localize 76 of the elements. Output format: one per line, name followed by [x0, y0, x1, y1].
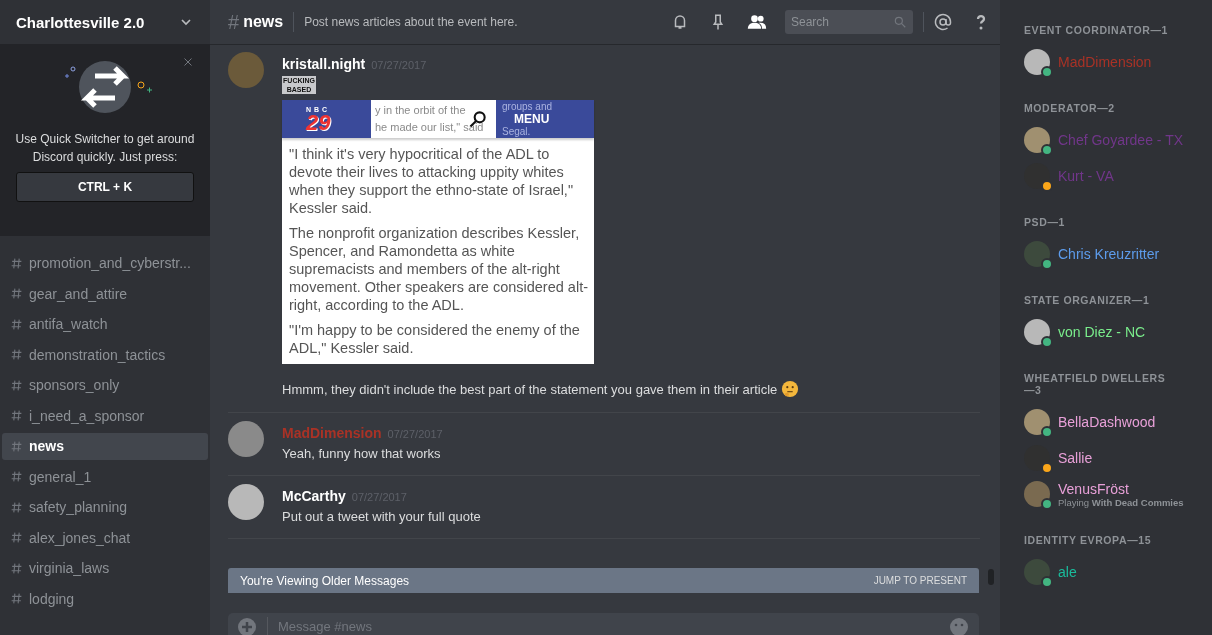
scrollbar-thumb[interactable]: [988, 569, 994, 585]
hash-icon: [10, 348, 23, 362]
article-text-fragment: Segal.: [502, 125, 531, 138]
member-avatar[interactable]: [1024, 559, 1050, 585]
role-heading: EVENT COORDINATOR—1: [1024, 24, 1170, 36]
hash-icon: [10, 470, 23, 484]
role-heading: WHEATFIELD DWELLERS—3: [1024, 372, 1167, 396]
member-avatar[interactable]: [1024, 481, 1050, 507]
search-icon: [893, 15, 907, 29]
hash-icon: [10, 287, 23, 301]
hash-icon: [10, 409, 23, 423]
message-text: Yeah, funny how that works: [282, 446, 441, 461]
jump-to-present-button[interactable]: JUMP TO PRESENT: [873, 575, 967, 586]
hash-icon: [10, 500, 23, 514]
channel-item[interactable]: virginia_laws: [2, 555, 208, 582]
hash-icon: [10, 378, 23, 392]
hash-icon: [10, 256, 23, 270]
channel-item[interactable]: general_1: [2, 463, 208, 490]
member-name[interactable]: Sallie: [1058, 450, 1093, 466]
hash-icon: [10, 531, 23, 545]
channel-item[interactable]: safety_planning: [2, 494, 208, 521]
message-author[interactable]: McCarthy: [282, 488, 346, 504]
member-name[interactable]: BellaDashwood: [1058, 414, 1156, 430]
hash-icon: [10, 592, 23, 606]
members-icon[interactable]: [747, 13, 767, 31]
channel-item[interactable]: sponsors_only: [2, 372, 208, 399]
role-heading: MODERATOR—2: [1024, 102, 1116, 114]
shortcut-key: CTRL + K: [16, 172, 194, 202]
member-avatar[interactable]: [1024, 49, 1050, 75]
menu-button[interactable]: MENU: [514, 112, 550, 126]
channel-item[interactable]: promotion_and_cyberstr...: [2, 250, 208, 277]
hash-icon: [10, 317, 23, 331]
member-activity: Playing With Dead Commies: [1058, 496, 1184, 508]
server-name[interactable]: Charlottesville 2.0: [16, 13, 145, 31]
role-heading: PSD—1: [1024, 216, 1066, 228]
member-avatar[interactable]: [1024, 409, 1050, 435]
mention-icon[interactable]: [934, 13, 952, 31]
quick-switcher-tip: Use Quick Switcher to get around Discord quickly. Just press:: [14, 131, 196, 166]
channel-title: news: [243, 13, 284, 31]
close-icon[interactable]: [182, 56, 194, 68]
channel-item[interactable]: news: [2, 433, 208, 460]
search-field[interactable]: Search: [785, 10, 913, 34]
member-name[interactable]: Chris Kreuzritter: [1058, 246, 1160, 262]
member-name[interactable]: VenusFröst: [1058, 480, 1184, 497]
logo-number: 29: [306, 112, 332, 133]
channel-item[interactable]: lodging: [2, 585, 208, 612]
message-author[interactable]: kristall.night: [282, 56, 366, 72]
member-name[interactable]: ale: [1058, 564, 1077, 580]
role-heading: STATE ORGANIZER—1: [1024, 294, 1151, 306]
channel-topic: Post news articles about the event here.: [304, 15, 519, 29]
member-avatar[interactable]: [1024, 445, 1050, 471]
article-text-fragment: he made our list," said: [375, 120, 484, 135]
article-paragraph: "I'm happy to be considered the enemy of the ADL," Kessler said.: [288, 321, 581, 358]
channel-item[interactable]: alex_jones_chat: [2, 524, 208, 551]
channel-item[interactable]: antifa_watch: [2, 311, 208, 338]
user-avatar[interactable]: [228, 421, 264, 457]
article-paragraph: "I think it's very hypocritical of the ADL to devote their lives to attacking uppity whites when they support the ethno-state of Israel," Kessler said.: [288, 145, 575, 217]
member-avatar[interactable]: [1024, 127, 1050, 153]
channel-item[interactable]: demonstration_tactics: [2, 341, 208, 368]
member-avatar[interactable]: [1024, 241, 1050, 267]
member-avatar[interactable]: [1024, 319, 1050, 345]
message-text: Put out a tweet with your full quote: [282, 509, 481, 524]
channel-item[interactable]: gear_and_attire: [2, 280, 208, 307]
member-avatar[interactable]: [1024, 163, 1050, 189]
article-paragraph: The nonprofit organization describes Kessler, Spencer, and Ramondetta as white supremacists and members of the alt-right movement. Other speakers are considered alt-right, according to the ADL.: [288, 224, 589, 314]
article-text-fragment: groups and: [502, 100, 553, 113]
older-messages-text: You're Viewing Older Messages: [240, 573, 410, 588]
hash-icon: [10, 561, 23, 575]
hash-icon: [10, 439, 23, 453]
channel-item[interactable]: i_need_a_sponsor: [2, 402, 208, 429]
member-name[interactable]: von Diez - NC: [1058, 324, 1146, 340]
user-avatar[interactable]: [228, 484, 264, 520]
channel-hash: #: [228, 10, 240, 34]
message-text: Hmmm, they didn't include the best part of the statement you gave them in their article: [282, 381, 778, 397]
article-text-fragment: y in the orbit of the: [375, 103, 467, 118]
role-heading: IDENTITY EVROPA—15: [1024, 534, 1153, 546]
